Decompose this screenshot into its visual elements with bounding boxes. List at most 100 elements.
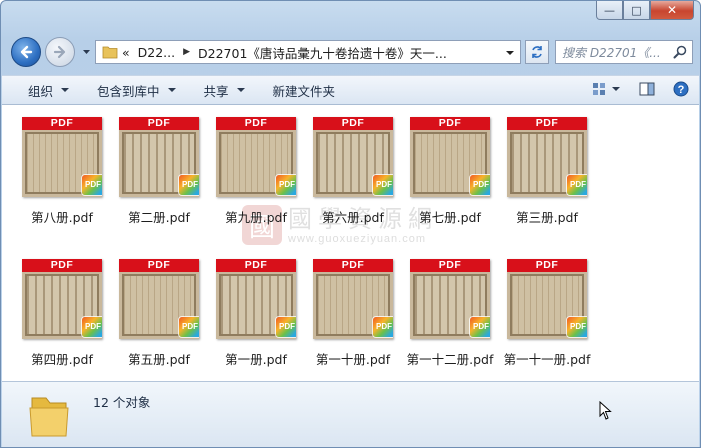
search-box[interactable]: 搜索 D22701《... (555, 40, 693, 64)
command-bar: 组织 包含到库中 共享 新建文件夹 ? (2, 75, 699, 105)
pdf-thumbnail: PDF PDF (22, 117, 102, 197)
folder-icon (29, 397, 69, 437)
close-button[interactable]: ✕ (650, 1, 694, 20)
pdf-thumbnail: PDF PDF (119, 259, 199, 339)
forward-arrow-icon (53, 45, 66, 59)
breadcrumb-separator-icon[interactable]: ▶ (183, 47, 190, 57)
file-name: 第一十册.pdf (315, 352, 391, 367)
address-dropdown-icon[interactable] (506, 49, 514, 57)
pdf-app-icon: PDF (470, 317, 490, 337)
pdf-app-icon: PDF (276, 317, 296, 337)
pdf-app-icon: PDF (567, 317, 587, 337)
file-item[interactable]: PDF PDF 第八册.pdf (15, 117, 109, 226)
pdf-banner: PDF (313, 259, 393, 272)
pdf-banner: PDF (22, 117, 102, 130)
navigation-bar: « D22... ▶ D22701《唐诗品彙九十卷拾遗十卷》天一... 搜索 D… (9, 35, 693, 69)
pdf-banner: PDF (119, 117, 199, 130)
pdf-banner: PDF (507, 259, 587, 272)
pdf-app-icon: PDF (82, 175, 102, 195)
maximize-button[interactable]: □ (623, 1, 650, 20)
preview-pane-button[interactable] (637, 80, 657, 98)
watermark-url: www.guoxueziyuan.com (288, 233, 427, 245)
pdf-app-icon: PDF (373, 317, 393, 337)
file-name: 第六册.pdf (322, 210, 384, 225)
caption-buttons: — □ ✕ (596, 1, 694, 20)
share-menu[interactable]: 共享 (190, 76, 259, 104)
pdf-app-icon: PDF (373, 175, 393, 195)
pdf-thumbnail: PDF PDF (410, 117, 490, 197)
pdf-banner: PDF (119, 259, 199, 272)
file-item[interactable]: PDF PDF 第一十二册.pdf (403, 259, 497, 368)
file-item[interactable]: PDF PDF 第四册.pdf (15, 259, 109, 368)
pdf-thumbnail: PDF PDF (216, 117, 296, 197)
explorer-window: — □ ✕ « D22... ▶ D22701《唐诗品彙九十卷拾遗十卷》天一..… (0, 0, 701, 448)
preview-pane-icon (639, 82, 655, 96)
chevron-down-icon (61, 88, 70, 92)
help-button[interactable]: ? (671, 80, 691, 98)
forward-button[interactable] (45, 37, 75, 67)
breadcrumb-parent[interactable]: D22... (138, 45, 175, 60)
file-item[interactable]: PDF PDF 第一十册.pdf (306, 259, 400, 368)
search-icon[interactable] (673, 45, 687, 59)
refresh-icon (532, 46, 542, 58)
file-item[interactable]: PDF PDF 第九册.pdf (209, 117, 303, 226)
svg-text:?: ? (678, 84, 685, 96)
file-item[interactable]: PDF PDF 第二册.pdf (112, 117, 206, 226)
organize-menu[interactable]: 组织 (2, 76, 83, 104)
organize-label: 组织 (28, 83, 54, 99)
pdf-thumbnail: PDF PDF (313, 259, 393, 339)
pdf-banner: PDF (22, 259, 102, 272)
pdf-app-icon: PDF (179, 317, 199, 337)
view-grid-icon (593, 83, 605, 95)
pdf-app-icon: PDF (276, 175, 296, 195)
breadcrumb-overflow[interactable]: « (122, 45, 130, 60)
pdf-thumbnail: PDF PDF (216, 259, 296, 339)
file-item[interactable]: PDF PDF 第六册.pdf (306, 117, 400, 226)
pdf-app-icon: PDF (82, 317, 102, 337)
close-icon: ✕ (666, 3, 678, 17)
pdf-thumbnail: PDF PDF (507, 117, 587, 197)
file-item[interactable]: PDF PDF 第五册.pdf (112, 259, 206, 368)
recent-pages-dropdown-icon[interactable] (82, 48, 91, 57)
item-count: 12 个对象 (93, 395, 151, 410)
pdf-thumbnail: PDF PDF (22, 259, 102, 339)
folder-icon (102, 46, 118, 59)
file-name: 第一十二册.pdf (406, 352, 494, 367)
new-folder-button[interactable]: 新建文件夹 (259, 76, 350, 104)
pdf-banner: PDF (410, 117, 490, 130)
minimize-icon: — (604, 3, 615, 17)
file-name: 第八册.pdf (31, 210, 93, 225)
file-item[interactable]: PDF PDF 第三册.pdf (500, 117, 594, 226)
share-label: 共享 (203, 83, 229, 99)
pdf-app-icon: PDF (179, 175, 199, 195)
pdf-app-icon: PDF (470, 175, 490, 195)
minimize-button[interactable]: — (596, 1, 623, 20)
pdf-banner: PDF (410, 259, 490, 272)
refresh-button[interactable] (525, 40, 549, 64)
file-item[interactable]: PDF PDF 第七册.pdf (403, 117, 497, 226)
file-name: 第九册.pdf (225, 210, 287, 225)
address-bar[interactable]: « D22... ▶ D22701《唐诗品彙九十卷拾遗十卷》天一... (95, 40, 521, 64)
details-pane: 12 个对象 (2, 381, 699, 447)
pdf-thumbnail: PDF PDF (507, 259, 587, 339)
view-controls: ? (589, 80, 691, 98)
search-input[interactable]: 搜索 D22701《... (562, 44, 674, 61)
file-name: 第四册.pdf (31, 352, 93, 367)
file-list-view[interactable]: 國 國學資源網 www.guoxueziyuan.com PDF PDF 第八册… (2, 105, 699, 381)
back-button[interactable] (11, 37, 41, 67)
help-icon: ? (673, 81, 689, 97)
pdf-thumbnail: PDF PDF (313, 117, 393, 197)
pdf-banner: PDF (313, 117, 393, 130)
file-name: 第一册.pdf (225, 352, 287, 367)
change-view-button[interactable] (589, 80, 623, 98)
file-name: 第二册.pdf (128, 210, 190, 225)
breadcrumb-current[interactable]: D22701《唐诗品彙九十卷拾遗十卷》天一... (198, 43, 447, 62)
include-in-library-menu[interactable]: 包含到库中 (83, 76, 190, 104)
pdf-banner: PDF (216, 259, 296, 272)
include-in-library-label: 包含到库中 (97, 83, 160, 99)
file-item[interactable]: PDF PDF 第一册.pdf (209, 259, 303, 368)
file-item[interactable]: PDF PDF 第一十一册.pdf (500, 259, 594, 368)
pdf-thumbnail: PDF PDF (119, 117, 199, 197)
file-name: 第七册.pdf (419, 210, 481, 225)
chevron-down-icon (236, 88, 245, 92)
